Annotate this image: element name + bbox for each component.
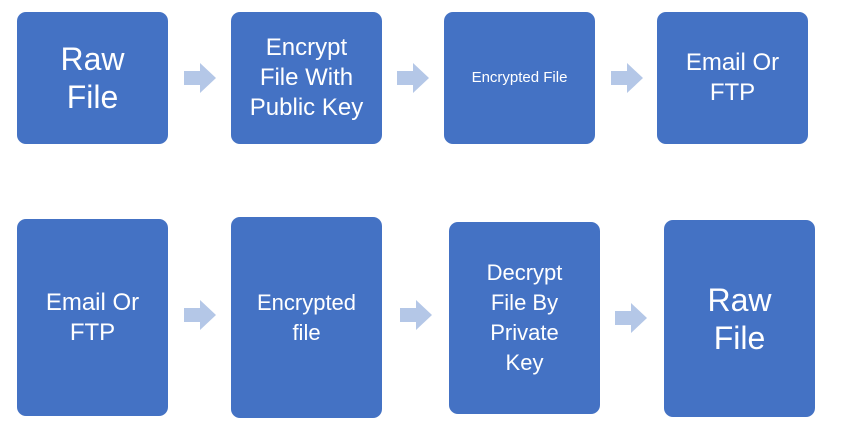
row2-encrypted-file-label: Encrypted file (256, 289, 357, 345)
row1-encrypt-public-key-box: Encrypt File With Public Key (231, 12, 382, 144)
right-arrow-icon (400, 300, 432, 330)
row2-raw-file-box: Raw File (664, 220, 815, 417)
row1-encrypt-public-key-label: Encrypt File With Public Key (249, 34, 364, 121)
right-arrow-icon (184, 63, 216, 93)
row1-raw-file-box: Raw File (17, 12, 168, 144)
row2-email-ftp-label: Email Or FTP (45, 288, 140, 346)
row1-email-ftp-box: Email Or FTP (657, 12, 808, 144)
right-arrow-icon (184, 300, 216, 330)
row1-encrypted-file-label: Encrypted File (471, 69, 568, 86)
row2-encrypted-file-box: Encrypted file (231, 217, 382, 418)
row2-raw-file-label: Raw File (707, 281, 772, 356)
row1-email-ftp-label: Email Or FTP (685, 49, 780, 106)
right-arrow-icon (397, 63, 429, 93)
row1-raw-file-label: Raw File (60, 41, 125, 115)
row2-decrypt-private-key-label: Decrypt File By Private Key (486, 260, 563, 375)
right-arrow-icon (615, 303, 647, 333)
row1-encrypted-file-box: Encrypted File (444, 12, 595, 144)
row2-decrypt-private-key-box: Decrypt File By Private Key (449, 222, 600, 414)
row2-email-ftp-box: Email Or FTP (17, 219, 168, 416)
right-arrow-icon (611, 63, 643, 93)
